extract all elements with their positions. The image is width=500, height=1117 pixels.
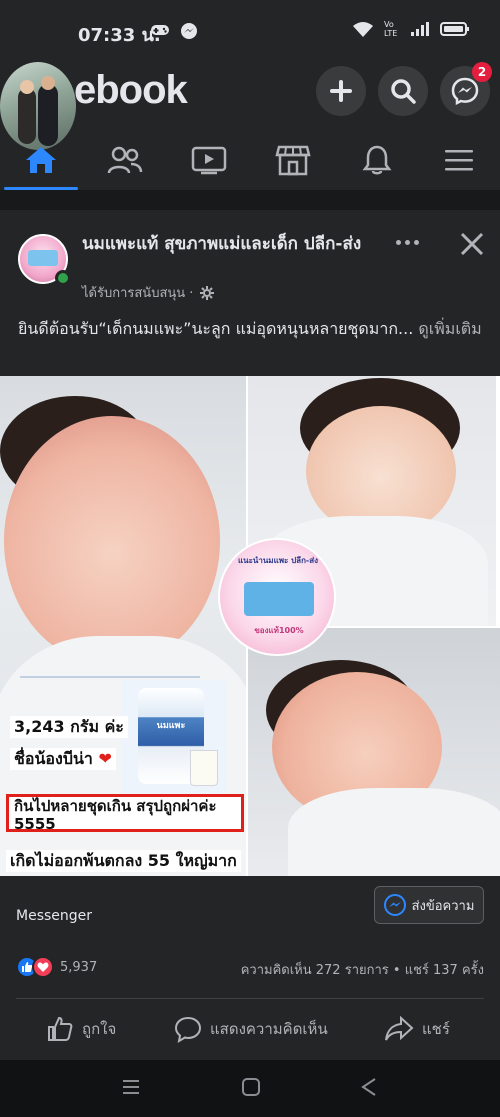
close-icon[interactable] (458, 230, 486, 258)
post-actions: ถูกใจ แสดงความคิดเห็น แชร์ (0, 1010, 500, 1048)
signal-icon (411, 22, 429, 36)
promo-badge: แนะนำนมแพะ ปลีก-ส่ง ของแท้100% (218, 538, 336, 656)
tab-menu[interactable] (420, 130, 498, 190)
reactions-summary[interactable]: 5,937 (16, 956, 97, 978)
menu-icon (445, 150, 473, 171)
tab-friends[interactable] (86, 130, 164, 190)
sponsored-post: นมแพะแท้ สุขภาพแม่และเด็ก ปลีก-ส่ง ได้รั… (0, 210, 500, 1060)
wifi-icon (353, 22, 373, 37)
tab-home[interactable] (2, 130, 80, 190)
friends-icon (107, 146, 143, 174)
caption-weight: 3,243 กรัม ค่ะ (10, 716, 128, 738)
app-logo: ebook (74, 68, 188, 112)
messenger-button[interactable]: 2 (440, 62, 492, 116)
bell-icon (362, 145, 392, 175)
reaction-count: 5,937 (60, 959, 98, 975)
caption-line-3: เกิดไม่ออกพ้นตกลง 55 ใหญ่มาก (6, 850, 241, 872)
post-text: ยินดีต้อนรับ“เด็กนมแพะ”นะลูก แม่อุดหนุนห… (18, 319, 482, 338)
tab-notifications[interactable] (338, 130, 416, 190)
baby-photo-3[interactable] (248, 628, 500, 876)
comment-button[interactable]: แสดงความคิดเห็น (174, 1010, 328, 1048)
page-name[interactable]: นมแพะแท้ สุขภาพแม่และเด็ก ปลีก-ส่ง (82, 232, 362, 256)
more-options-button[interactable] (392, 230, 422, 254)
tab-watch[interactable] (170, 130, 248, 190)
caption-line-2: 5555 (14, 815, 56, 833)
cta-source-label: Messenger (16, 908, 93, 924)
thumbs-up-icon (48, 1016, 73, 1041)
feed-gap (0, 190, 500, 210)
plus-icon (330, 80, 352, 102)
sponsored-label: ได้รับการสนับสนุน · (82, 282, 215, 303)
messenger-icon (451, 77, 479, 105)
share-icon (385, 1015, 414, 1041)
recent-apps-icon[interactable] (120, 1076, 142, 1098)
search-button[interactable] (378, 66, 428, 116)
like-button[interactable]: ถูกใจ (46, 1010, 116, 1048)
marketplace-icon (275, 145, 311, 176)
comments-shares-count[interactable]: ความคิดเห็น 272 รายการ • แชร์ 137 ครั้ง (241, 959, 484, 980)
back-icon[interactable] (358, 1076, 380, 1098)
tab-bar (0, 130, 500, 190)
send-message-button[interactable]: ส่งข้อความ (374, 886, 484, 924)
home-nav-icon[interactable] (240, 1076, 262, 1098)
volte-label: Vo LTE (384, 20, 398, 38)
share-button[interactable]: แชร์ (384, 1010, 450, 1048)
system-nav-bar (0, 1060, 500, 1117)
status-bar: 07:33 น. Vo LTE (0, 0, 500, 60)
tab-marketplace[interactable] (254, 130, 332, 190)
messenger-status-icon (181, 23, 197, 39)
app-header: ebook 2 (0, 60, 500, 190)
search-icon (391, 79, 416, 104)
heart-icon: ❤ (98, 749, 112, 768)
battery-icon (440, 22, 469, 36)
gear-icon (200, 285, 215, 300)
see-more-link[interactable]: ดูเพิ่มเติม (413, 319, 481, 338)
messenger-badge: 2 (472, 62, 492, 82)
divider (16, 998, 484, 999)
product-image: นมแพะ (122, 680, 226, 798)
caption-baby-name: ชื่อน้องบีน่า ❤ (10, 748, 116, 770)
messenger-icon (383, 894, 406, 916)
status-time: 07:33 น. (78, 25, 161, 46)
create-button[interactable] (316, 66, 366, 116)
game-icon (151, 25, 169, 35)
caption-line-1: กินไปหลายชุดเกิน สรุปถูกผ่าค่ะ (14, 797, 217, 815)
love-reaction-icon (32, 956, 54, 978)
comment-icon (174, 1016, 202, 1043)
online-indicator (55, 270, 71, 286)
watch-icon (191, 146, 227, 175)
home-icon (26, 147, 56, 173)
